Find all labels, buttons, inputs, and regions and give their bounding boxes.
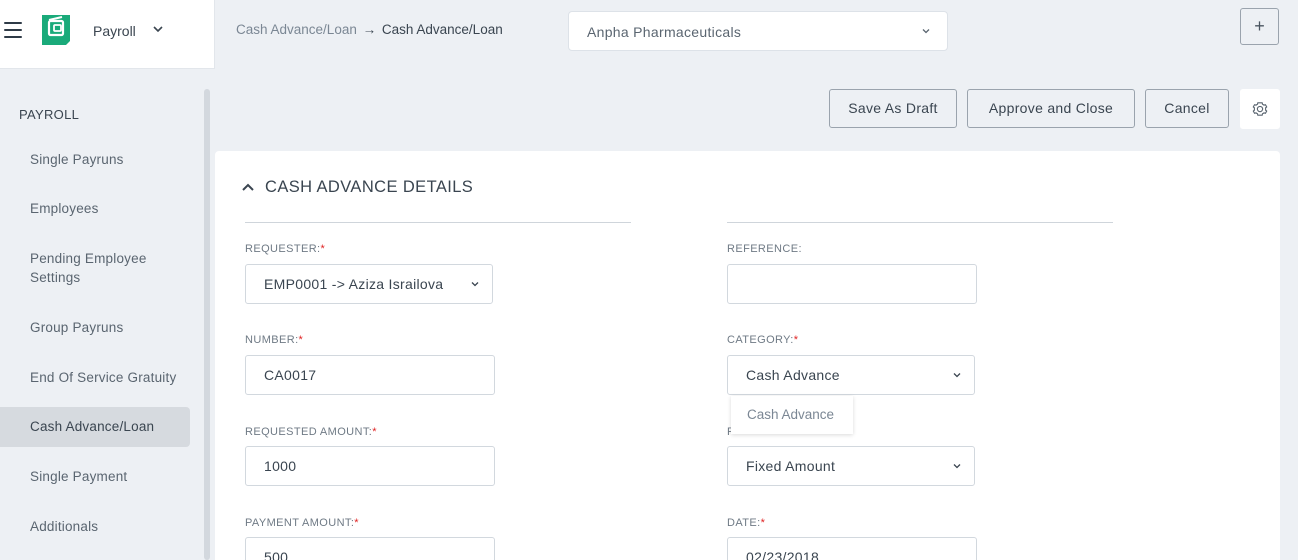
requester-select[interactable]: EMP0001 -> Aziza Israilova (245, 264, 493, 304)
payment-amount-label: PAYMENT AMOUNT:* (245, 517, 359, 529)
payroll-logo-icon (42, 15, 70, 45)
category-select[interactable]: Cash Advance (727, 355, 975, 395)
section-title: CASH ADVANCE DETAILS (265, 178, 474, 196)
save-as-draft-button[interactable]: Save As Draft (829, 89, 957, 128)
number-input[interactable]: CA0017 (245, 355, 495, 395)
sidebar-item-single-payruns[interactable]: Single Payruns (0, 150, 190, 169)
sidebar: PAYROLL Single Payruns Employees Pending… (0, 69, 215, 560)
sidebar-item-additionals[interactable]: Additionals (0, 517, 190, 536)
sidebar-scrollbar[interactable] (204, 89, 210, 560)
app-switcher-label[interactable]: Payroll (93, 23, 136, 39)
requester-label: REQUESTER:* (245, 243, 326, 255)
requested-amount-input[interactable]: 1000 (245, 446, 495, 486)
payment-amount-input[interactable]: 500 (245, 537, 495, 560)
amount-type-select[interactable]: Fixed Amount (727, 446, 975, 486)
sidebar-item-end-of-service-gratuity[interactable]: End Of Service Gratuity (0, 368, 190, 387)
breadcrumb-current: Cash Advance/Loan (381, 22, 503, 37)
breadcrumb-arrow-icon: → (362, 22, 377, 37)
gear-icon (1252, 102, 1268, 116)
sidebar-item-cash-advance-loan[interactable]: Cash Advance/Loan (0, 407, 190, 447)
company-select[interactable]: Anpha Pharmaceuticals (568, 11, 948, 51)
hamburger-menu-icon[interactable] (4, 22, 22, 38)
chevron-down-icon (953, 464, 961, 469)
number-label: NUMBER:* (245, 334, 304, 346)
amount-type-value: Fixed Amount (746, 458, 836, 474)
chevron-up-icon[interactable] (241, 180, 255, 194)
sidebar-item-pending-employee-settings[interactable]: Pending Employee Settings (0, 249, 175, 287)
sidebar-item-group-payruns[interactable]: Group Payruns (0, 318, 190, 337)
requested-amount-label: REQUESTED AMOUNT:* (245, 426, 377, 438)
sidebar-heading: PAYROLL (19, 107, 80, 122)
add-button[interactable]: + (1240, 8, 1279, 45)
settings-button[interactable] (1240, 89, 1280, 129)
breadcrumb-parent-link[interactable]: Cash Advance/Loan (236, 22, 357, 37)
date-label: DATE:* (727, 517, 766, 529)
reference-input[interactable] (727, 264, 977, 304)
category-dropdown-option[interactable]: Cash Advance (731, 396, 853, 434)
top-bar: Payroll Cash Advance/Loan → Cash Advance… (0, 0, 1298, 69)
sidebar-item-single-payment[interactable]: Single Payment (0, 467, 190, 486)
chevron-down-icon (471, 282, 479, 287)
divider (727, 222, 1113, 223)
category-value: Cash Advance (746, 367, 840, 383)
cancel-button[interactable]: Cancel (1145, 89, 1229, 128)
breadcrumb: Cash Advance/Loan → Cash Advance/Loan (236, 22, 503, 37)
approve-and-close-button[interactable]: Approve and Close (967, 89, 1135, 128)
reference-label: REFERENCE: (727, 243, 802, 255)
divider (245, 222, 631, 223)
requester-value: EMP0001 -> Aziza Israilova (264, 276, 444, 292)
company-select-value: Anpha Pharmaceuticals (587, 24, 742, 40)
chevron-down-icon[interactable] (152, 23, 164, 35)
sidebar-item-employees[interactable]: Employees (0, 199, 190, 218)
category-label: CATEGORY:* (727, 334, 799, 346)
date-input[interactable]: 02/23/2018 (727, 537, 977, 560)
chevron-down-icon (922, 29, 930, 34)
chevron-down-icon (953, 373, 961, 378)
brand-area: Payroll (0, 0, 215, 69)
